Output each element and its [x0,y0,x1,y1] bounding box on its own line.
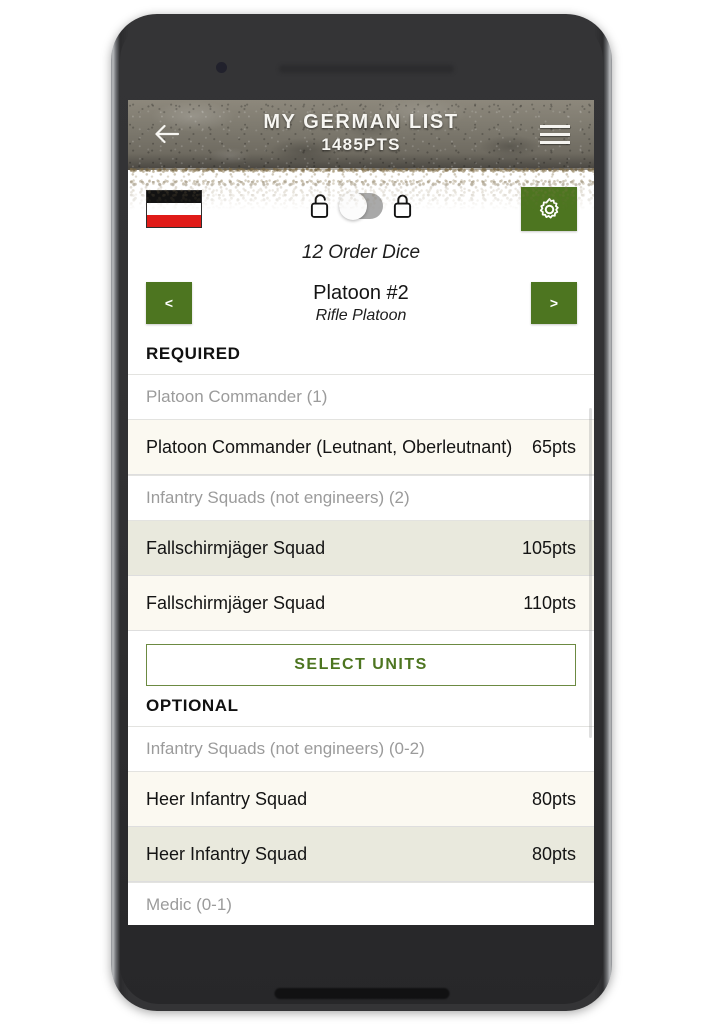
app-header: MY GERMAN LIST 1485PTS [128,100,594,168]
header-title-block: MY GERMAN LIST 1485PTS [128,111,594,155]
unit-row[interactable]: Heer Infantry Squad 80pts [128,827,594,882]
lock-toggle-group [309,191,413,220]
platoon-info: Platoon #2 Rifle Platoon [128,280,594,327]
unit-row[interactable]: Platoon Commander (Leutnant, Oberleutnan… [128,420,594,475]
category-row: Infantry Squads (not engineers) (2) [128,475,594,521]
back-arrow-icon[interactable] [150,117,184,151]
locked-padlock-icon [393,194,412,218]
german-flag-icon [146,190,202,228]
unit-row[interactable]: Fallschirmjäger Squad 105pts [128,521,594,576]
select-units-container: SELECT UNITS [128,631,594,692]
menu-bar [540,140,570,144]
menu-bar [540,132,570,136]
next-platoon-button[interactable]: > [531,282,577,324]
unit-name: Fallschirmjäger Squad [146,537,326,558]
earpiece-speaker [279,65,454,73]
scrollbar[interactable] [589,408,592,738]
hamburger-menu-icon[interactable] [540,121,574,147]
unit-name: Heer Infantry Squad [146,843,308,864]
unit-list: REQUIRED Platoon Commander (1) Platoon Com… [128,340,594,925]
lock-toggle[interactable] [339,191,383,220]
top-controls-row [128,180,594,238]
flag-band-white [147,203,201,215]
section-heading: OPTIONAL [146,696,239,715]
menu-bar [540,124,570,128]
category-row: Infantry Squads (not engineers) (0-2) [128,726,594,772]
gear-icon [539,197,559,219]
unit-points: 105pts [521,537,576,558]
unit-row[interactable]: Fallschirmjäger Squad 110pts [128,576,594,631]
unit-points: 110pts [523,592,576,613]
section-heading: REQUIRED [146,344,241,363]
flag-band-black [147,191,201,203]
home-indicator-bar [274,988,449,999]
platoon-type: Rifle Platoon [315,307,407,324]
order-dice-count: 12 Order Dice [301,242,421,263]
page-subtitle-points: 1485PTS [321,135,401,154]
unit-name: Heer Infantry Squad [146,788,308,809]
lock-toggle-knob[interactable] [339,191,367,220]
category-row: Medic (0-1) [128,882,594,925]
unit-row[interactable]: Heer Infantry Squad 80pts [128,772,594,827]
unit-name: Fallschirmjäger Squad [146,592,326,613]
settings-button[interactable] [521,187,577,231]
phone-screen: MY GERMAN LIST 1485PTS 12 Order Dice < P… [128,100,594,925]
page-title: MY GERMAN LIST [263,111,459,133]
unlocked-padlock-icon [310,194,329,218]
platoon-navigator: < Platoon #2 Rifle Platoon > [128,282,594,340]
category-row: Platoon Commander (1) [128,374,594,420]
front-camera-icon [216,62,227,73]
unit-points: 80pts [531,843,576,864]
flag-band-red [147,215,201,227]
unit-name: Platoon Commander (Leutnant, Oberleutnan… [146,436,513,457]
select-units-button[interactable]: SELECT UNITS [146,644,576,686]
unit-points: 80pts [531,788,576,809]
unit-points: 65pts [531,436,576,457]
screen-content: 12 Order Dice < Platoon #2 Rifle Platoon… [128,168,594,925]
platoon-name: Platoon #2 [313,282,409,304]
